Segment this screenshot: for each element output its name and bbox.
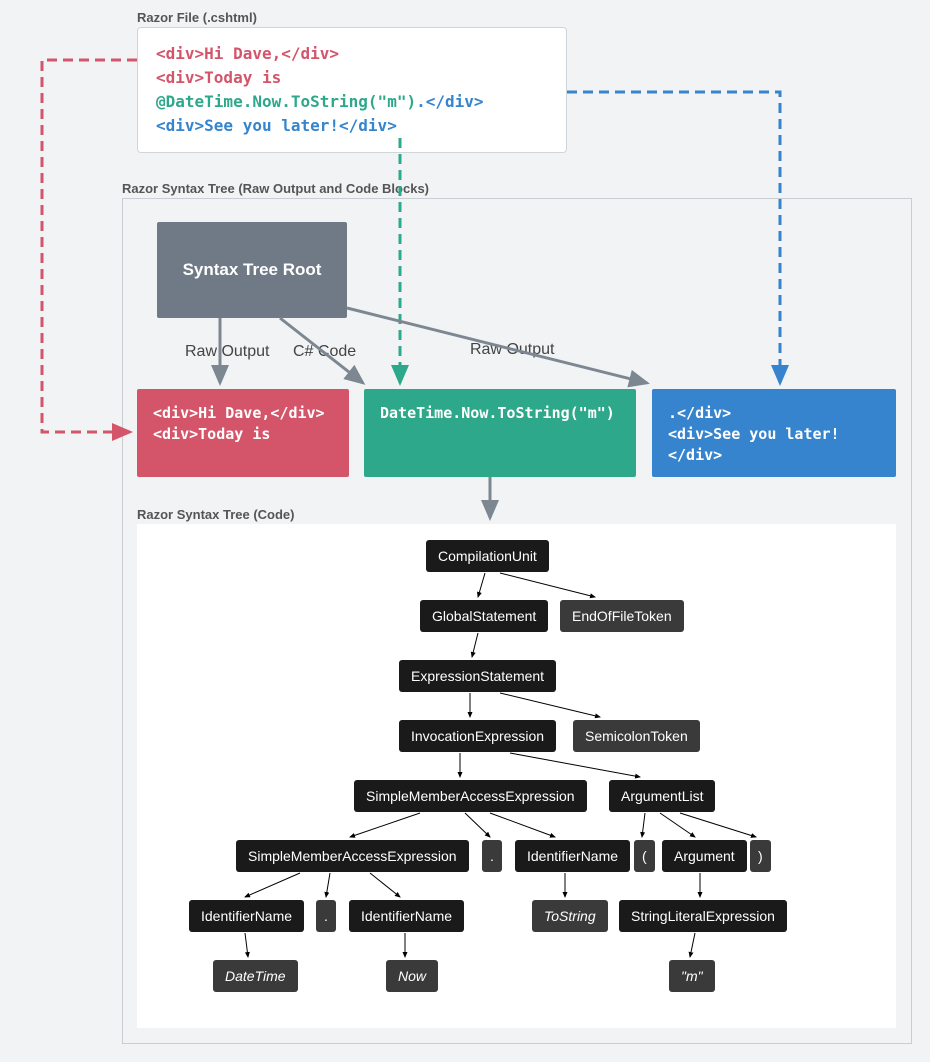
razor-line-1: <div>Hi Dave,</div> <box>156 42 548 66</box>
edge-label-code: C# Code <box>293 343 356 361</box>
raw-output-2-line-2: <div>See you later!</div> <box>668 424 880 466</box>
ast-sma-2: SimpleMemberAccessExpression <box>236 840 469 872</box>
razor-line-2-suffix: .</div> <box>416 92 483 111</box>
raw-output-1-line-2: <div>Today is <box>153 424 333 445</box>
ast-compilation-unit: CompilationUnit <box>426 540 549 572</box>
razor-line-2-prefix: <div>Today is <box>156 68 281 87</box>
syntax-tree-code-label: Razor Syntax Tree (Code) <box>137 507 295 522</box>
raw-output-box-1: <div>Hi Dave,</div> <div>Today is <box>137 389 349 477</box>
razor-file-box: <div>Hi Dave,</div> <div>Today is @DateT… <box>137 27 567 153</box>
edge-label-raw-2: Raw Output <box>470 341 554 359</box>
csharp-code-box: DateTime.Now.ToString("m") <box>364 389 636 477</box>
csharp-code-text: DateTime.Now.ToString("m") <box>380 403 620 424</box>
ast-eof-token: EndOfFileToken <box>560 600 684 632</box>
razor-line-2: <div>Today is @DateTime.Now.ToString("m"… <box>156 66 548 114</box>
ast-sma-1: SimpleMemberAccessExpression <box>354 780 587 812</box>
ast-tostring: ToString <box>532 900 608 932</box>
ast-expression-statement: ExpressionStatement <box>399 660 556 692</box>
syntax-tree-root-node: Syntax Tree Root <box>157 222 347 318</box>
ast-semicolon-token: SemicolonToken <box>573 720 700 752</box>
ast-identifier-name-3: IdentifierName <box>349 900 464 932</box>
raw-output-2-line-1: .</div> <box>668 403 880 424</box>
ast-invocation-expression: InvocationExpression <box>399 720 556 752</box>
ast-lparen: ( <box>634 840 655 872</box>
razor-file-label: Razor File (.cshtml) <box>137 10 257 25</box>
ast-identifier-name-2: IdentifierName <box>189 900 304 932</box>
razor-line-2-code: @DateTime.Now.ToString("m") <box>156 92 416 111</box>
edge-label-raw-1: Raw Output <box>185 343 269 361</box>
razor-line-3: <div>See you later!</div> <box>156 114 548 138</box>
ast-dot-1: . <box>482 840 502 872</box>
ast-global-statement: GlobalStatement <box>420 600 548 632</box>
ast-datetime: DateTime <box>213 960 298 992</box>
ast-rparen: ) <box>750 840 771 872</box>
ast-argument: Argument <box>662 840 747 872</box>
ast-identifier-name-1: IdentifierName <box>515 840 630 872</box>
ast-now: Now <box>386 960 438 992</box>
ast-argument-list: ArgumentList <box>609 780 715 812</box>
raw-output-box-2: .</div> <div>See you later!</div> <box>652 389 896 477</box>
syntax-tree-raw-label: Razor Syntax Tree (Raw Output and Code B… <box>122 181 429 196</box>
ast-m-literal: "m" <box>669 960 715 992</box>
raw-output-1-line-1: <div>Hi Dave,</div> <box>153 403 333 424</box>
ast-dot-2: . <box>316 900 336 932</box>
ast-string-literal: StringLiteralExpression <box>619 900 787 932</box>
